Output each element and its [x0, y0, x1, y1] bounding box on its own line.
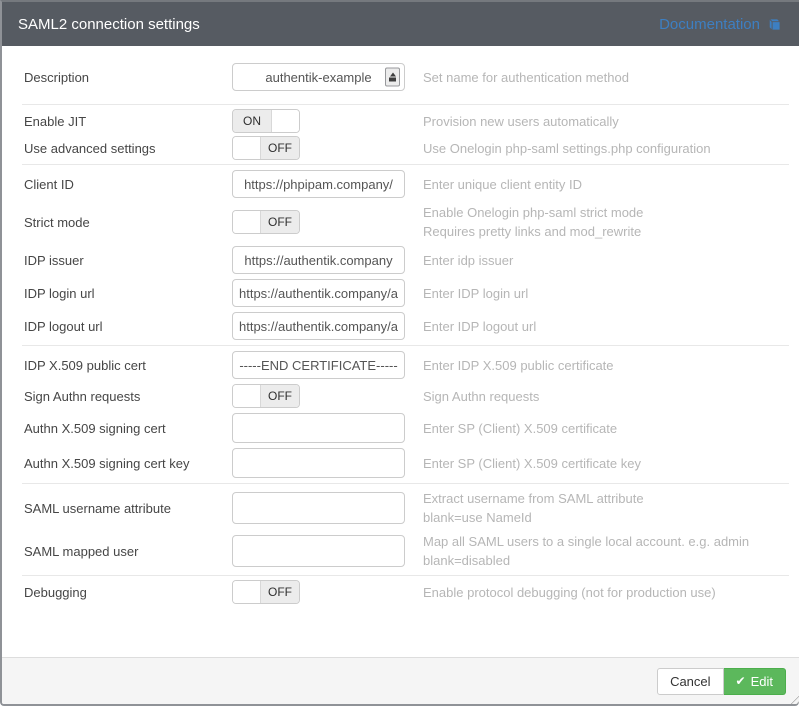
- field-row-description: Description Set name for authentication …: [2, 63, 799, 91]
- description-input[interactable]: [232, 63, 405, 91]
- field-label: SAML mapped user: [24, 544, 232, 559]
- field-row-client-id: Client ID Enter unique client entity ID: [2, 170, 799, 198]
- check-icon: ✔: [736, 674, 746, 688]
- authn-x509-signing-cert-key-textarea[interactable]: [232, 448, 405, 478]
- section-divider: [22, 575, 789, 576]
- field-label: Enable JIT: [24, 114, 232, 129]
- field-row-debugging: Debugging OFF Enable protocol debugging …: [2, 580, 799, 604]
- input-stepper-icon[interactable]: [385, 68, 400, 87]
- field-hint: Enter SP (Client) X.509 certificate: [413, 419, 787, 438]
- book-icon: [766, 17, 781, 32]
- field-label: Authn X.509 signing cert key: [24, 456, 232, 471]
- field-row-enable-jit: Enable JIT ON Provision new users automa…: [2, 109, 799, 133]
- documentation-link-label: Documentation: [659, 16, 760, 33]
- field-row-idp-login-url: IDP login url Enter IDP login url: [2, 279, 799, 307]
- field-row-authn-x509-signing-cert: Authn X.509 signing cert Enter SP (Clien…: [2, 413, 799, 443]
- field-row-sign-authn-requests: Sign Authn requests OFF Sign Authn reque…: [2, 384, 799, 408]
- dialog-title: SAML2 connection settings: [18, 16, 200, 33]
- field-row-strict-mode: Strict mode OFF Enable Onelogin php-saml…: [2, 203, 799, 241]
- section-divider: [22, 164, 789, 165]
- cancel-button[interactable]: Cancel: [657, 668, 723, 695]
- field-row-idp-x509-public-cert: IDP X.509 public cert -----END CERTIFICA…: [2, 351, 799, 379]
- field-hint: Enter IDP X.509 public certificate: [413, 356, 787, 375]
- field-label: Client ID: [24, 177, 232, 192]
- field-label: IDP X.509 public cert: [24, 358, 232, 373]
- section-divider: [22, 345, 789, 346]
- toggle-knob: [233, 137, 261, 159]
- field-hint: Enter SP (Client) X.509 certificate key: [413, 454, 787, 473]
- authn-x509-signing-cert-textarea[interactable]: [232, 413, 405, 443]
- toggle-state-label: ON: [233, 110, 272, 132]
- edit-button-label: Edit: [751, 674, 773, 689]
- edit-button[interactable]: ✔ Edit: [724, 668, 786, 695]
- field-row-use-advanced-settings: Use advanced settings OFF Use Onelogin p…: [2, 136, 799, 160]
- idp-login-url-input[interactable]: [232, 279, 405, 307]
- field-row-saml-mapped-user: SAML mapped user Map all SAML users to a…: [2, 532, 799, 570]
- section-divider: [22, 483, 789, 484]
- toggle-state-label: OFF: [261, 385, 299, 407]
- toggle-knob: [233, 211, 261, 233]
- field-row-idp-logout-url: IDP logout url Enter IDP logout url: [2, 312, 799, 340]
- field-label: Debugging: [24, 585, 232, 600]
- dialog-footer: Cancel ✔ Edit: [2, 657, 799, 704]
- field-hint: Extract username from SAML attribute bla…: [413, 489, 787, 527]
- saml-mapped-user-input[interactable]: [232, 535, 405, 567]
- use-advanced-settings-toggle[interactable]: OFF: [232, 136, 300, 160]
- saml2-settings-dialog: SAML2 connection settings Documentation …: [0, 0, 799, 706]
- field-label: SAML username attribute: [24, 501, 232, 516]
- dialog-body: Description Set name for authentication …: [2, 46, 799, 657]
- field-hint: Enter idp issuer: [413, 251, 787, 270]
- field-hint: Sign Authn requests: [413, 387, 787, 406]
- toggle-knob: [272, 110, 299, 132]
- field-hint: Enable Onelogin php-saml strict mode Req…: [413, 203, 787, 241]
- toggle-knob: [233, 385, 261, 407]
- debugging-toggle[interactable]: OFF: [232, 580, 300, 604]
- field-label: IDP login url: [24, 286, 232, 301]
- field-hint: Map all SAML users to a single local acc…: [413, 532, 787, 570]
- idp-issuer-input[interactable]: [232, 246, 405, 274]
- field-label: Use advanced settings: [24, 141, 232, 156]
- section-divider: [22, 104, 789, 105]
- field-label: Description: [24, 70, 232, 85]
- sign-authn-requests-toggle[interactable]: OFF: [232, 384, 300, 408]
- toggle-state-label: OFF: [261, 137, 299, 159]
- idp-logout-url-input[interactable]: [232, 312, 405, 340]
- field-label: IDP issuer: [24, 253, 232, 268]
- field-hint: Provision new users automatically: [413, 112, 787, 131]
- field-row-authn-x509-signing-cert-key: Authn X.509 signing cert key Enter SP (C…: [2, 448, 799, 478]
- strict-mode-toggle[interactable]: OFF: [232, 210, 300, 234]
- field-label: Strict mode: [24, 215, 232, 230]
- field-hint: Enable protocol debugging (not for produ…: [413, 583, 787, 602]
- field-hint: Enter IDP login url: [413, 284, 787, 303]
- documentation-link[interactable]: Documentation: [659, 16, 781, 33]
- toggle-knob: [233, 581, 261, 603]
- field-label: Sign Authn requests: [24, 389, 232, 404]
- toggle-state-label: OFF: [261, 581, 299, 603]
- dialog-header: SAML2 connection settings Documentation: [2, 2, 799, 46]
- field-hint: Use Onelogin php-saml settings.php confi…: [413, 139, 787, 158]
- enable-jit-toggle[interactable]: ON: [232, 109, 300, 133]
- field-hint: Enter unique client entity ID: [413, 175, 787, 194]
- toggle-state-label: OFF: [261, 211, 299, 233]
- field-label: IDP logout url: [24, 319, 232, 334]
- field-row-saml-username-attribute: SAML username attribute Extract username…: [2, 489, 799, 527]
- idp-x509-public-cert-textarea[interactable]: -----END CERTIFICATE-----: [232, 351, 405, 379]
- client-id-input[interactable]: [232, 170, 405, 198]
- field-hint: Set name for authentication method: [413, 68, 787, 87]
- saml-username-attribute-input[interactable]: [232, 492, 405, 524]
- field-row-idp-issuer: IDP issuer Enter idp issuer: [2, 246, 799, 274]
- field-hint: Enter IDP logout url: [413, 317, 787, 336]
- field-label: Authn X.509 signing cert: [24, 421, 232, 436]
